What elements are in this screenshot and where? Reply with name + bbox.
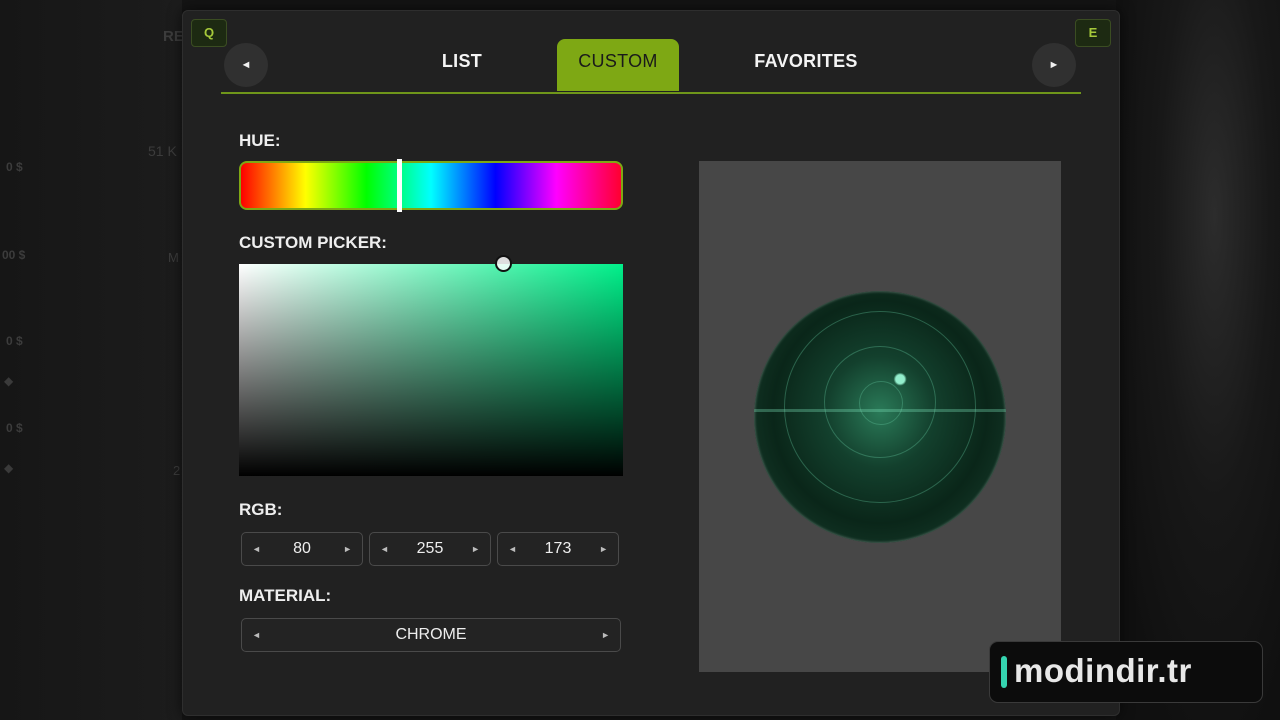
red-stepper[interactable]: ◄ 80 ► — [241, 532, 363, 566]
decrease-icon[interactable]: ◄ — [508, 533, 517, 565]
green-stepper[interactable]: ◄ 255 ► — [369, 532, 491, 566]
preview-sphere — [754, 291, 1006, 543]
decrease-icon[interactable]: ◄ — [380, 533, 389, 565]
material-preview — [699, 161, 1061, 672]
watermark: modindir.tr — [989, 641, 1263, 703]
red-value: 80 — [293, 540, 311, 557]
increase-icon[interactable]: ► — [599, 533, 608, 565]
prev-tab-hotkey: Q — [191, 19, 227, 47]
prev-tab-button[interactable]: ◄ — [224, 43, 268, 87]
green-value: 255 — [416, 540, 444, 557]
material-value: CHROME — [395, 626, 467, 643]
color-customization-panel: Q E ◄ ► LIST CUSTOM FAVORITES HUE: CUSTO… — [182, 10, 1120, 716]
tag-icon: ◆ — [4, 374, 14, 388]
hue-label: HUE: — [239, 131, 281, 150]
tab-underline — [221, 92, 1081, 94]
tab-list[interactable]: LIST — [403, 39, 521, 91]
increase-icon[interactable]: ► — [343, 533, 352, 565]
next-tab-hotkey: E — [1075, 19, 1111, 47]
hue-slider-handle[interactable] — [396, 159, 402, 212]
tab-favorites[interactable]: FAVORITES — [731, 39, 881, 91]
custom-picker-label: CUSTOM PICKER: — [239, 233, 387, 252]
tab-custom[interactable]: CUSTOM — [557, 39, 679, 91]
blue-value: 173 — [544, 540, 572, 557]
blue-stepper[interactable]: ◄ 173 ► — [497, 532, 619, 566]
decrease-icon[interactable]: ◄ — [252, 619, 261, 651]
bg-text: 2 — [173, 463, 181, 478]
arrow-right-icon: ► — [1048, 59, 1060, 71]
bg-text: 0 $ — [6, 334, 23, 348]
bg-text: 51 K — [148, 143, 177, 159]
increase-icon[interactable]: ► — [601, 619, 610, 651]
next-tab-button[interactable]: ► — [1032, 43, 1076, 87]
rgb-label: RGB: — [239, 500, 283, 519]
watermark-text: modindir.tr — [1014, 652, 1192, 689]
tag-icon: ◆ — [4, 461, 14, 475]
material-label: MATERIAL: — [239, 586, 332, 605]
watermark-bar — [1001, 656, 1007, 688]
arrow-left-icon: ◄ — [240, 59, 252, 71]
bg-text: 0 $ — [6, 421, 23, 435]
picker-handle[interactable] — [495, 255, 512, 272]
bg-text: 00 $ — [2, 248, 26, 262]
decrease-icon[interactable]: ◄ — [252, 533, 261, 565]
material-selector[interactable]: ◄ CHROME ► — [241, 618, 621, 652]
bg-text: M — [168, 250, 179, 265]
background-right — [1116, 0, 1280, 720]
hue-slider[interactable] — [239, 159, 623, 212]
background-left — [0, 0, 182, 720]
increase-icon[interactable]: ► — [471, 533, 480, 565]
bg-text: RE — [163, 28, 184, 45]
bg-text: 0 $ — [6, 160, 23, 174]
saturation-value-picker[interactable] — [239, 255, 623, 476]
